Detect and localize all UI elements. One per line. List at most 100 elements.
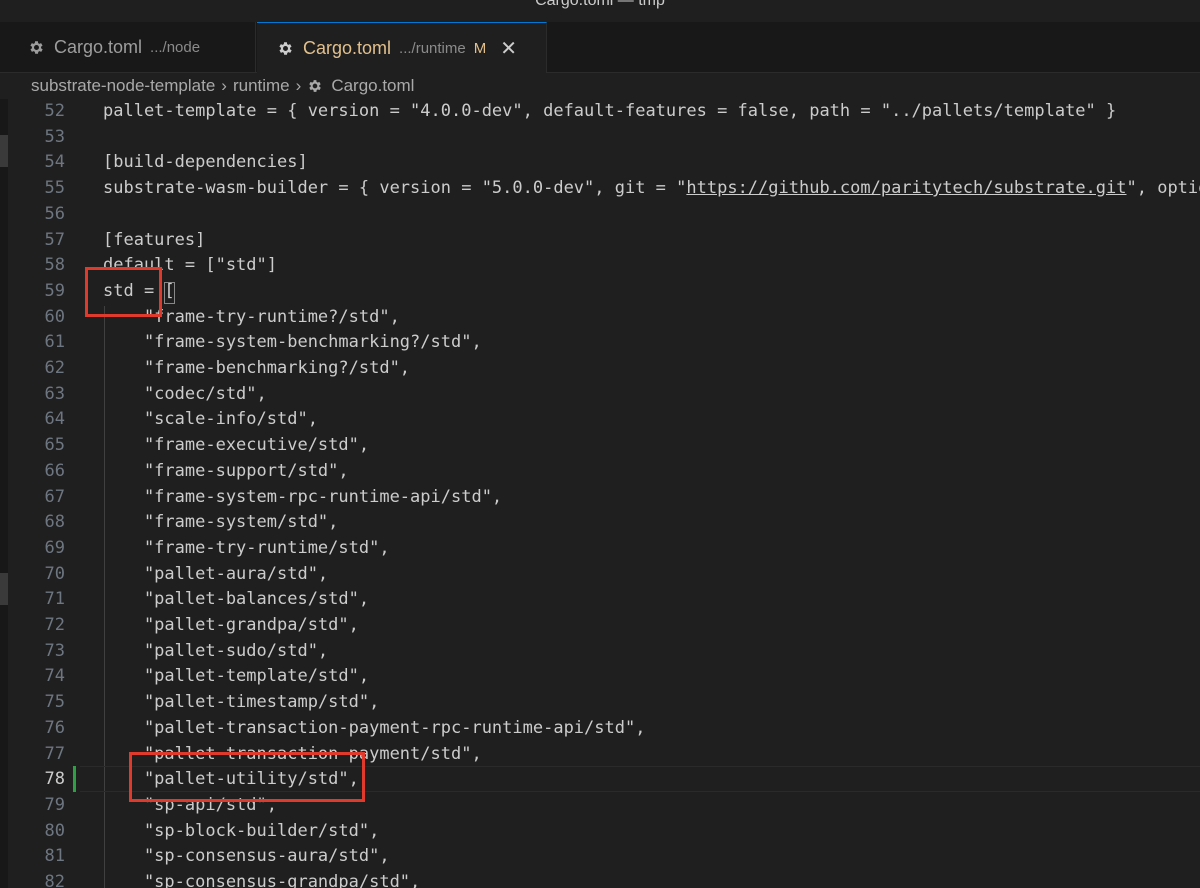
line-text: substrate-wasm-builder = { version = "5.…: [103, 175, 1200, 201]
code-line[interactable]: 58 default = ["std"]: [0, 252, 1200, 278]
line-number: 52: [44, 101, 65, 121]
code-line[interactable]: 61 "frame-system-benchmarking?/std",: [0, 329, 1200, 355]
modified-badge: M: [473, 39, 487, 57]
line-number: 80: [44, 821, 65, 841]
line-text: [build-dependencies]: [103, 152, 308, 172]
code-line[interactable]: 67 "frame-system-rpc-runtime-api/std",: [0, 484, 1200, 510]
code-line[interactable]: 53: [0, 124, 1200, 150]
line-text: [features]: [103, 230, 206, 250]
code-line[interactable]: 80 "sp-block-builder/std",: [0, 818, 1200, 844]
code-line[interactable]: 59 std = [: [0, 278, 1200, 304]
code-line[interactable]: 55 substrate-wasm-builder = { version = "…: [0, 175, 1200, 201]
code-line[interactable]: 82 "sp-consensus-grandpa/std",: [0, 869, 1200, 888]
line-text: "frame-try-runtime/std",: [103, 538, 390, 558]
line-number: 75: [44, 692, 65, 712]
chevron-right-icon: ›: [221, 76, 227, 95]
code-line[interactable]: 72 "pallet-grandpa/std",: [0, 612, 1200, 638]
line-number: 68: [44, 512, 65, 532]
line-number: 61: [44, 332, 65, 352]
annotation-box-std: [85, 267, 162, 317]
close-icon[interactable]: ✕: [500, 36, 517, 61]
line-number: 58: [44, 255, 65, 275]
line-text-before: substrate-wasm-builder = { version = "5.…: [103, 178, 687, 198]
line-text: "pallet-transaction-payment-rpc-runtime-…: [103, 718, 646, 738]
line-number: 63: [44, 384, 65, 404]
gear-icon: [279, 41, 292, 55]
code-line[interactable]: 64 "scale-info/std",: [0, 406, 1200, 432]
line-number: 53: [44, 127, 65, 147]
title-bar: Cargo.toml — tmp: [0, 0, 1200, 22]
code-line[interactable]: 63 "codec/std",: [0, 381, 1200, 407]
tab-label: Cargo.toml: [54, 36, 143, 57]
code-line[interactable]: 52 pallet-template = { version = "4.0.0-d…: [0, 99, 1200, 124]
line-number: 67: [44, 487, 65, 507]
line-text: "scale-info/std",: [103, 409, 318, 429]
line-number: 60: [44, 307, 65, 327]
line-number: 65: [44, 435, 65, 455]
line-number: 74: [44, 666, 65, 686]
chevron-right-icon: ›: [295, 76, 302, 95]
editor-window: Cargo.toml — tmp Cargo.toml .../node Car…: [0, 0, 1200, 888]
tab-bar: Cargo.toml .../node Cargo.toml .../runti…: [0, 22, 1200, 73]
line-number: 55: [44, 178, 65, 198]
line-number: 77: [44, 744, 65, 764]
code-line[interactable]: 73 "pallet-sudo/std",: [0, 638, 1200, 664]
code-line[interactable]: 70 "pallet-aura/std",: [0, 561, 1200, 587]
bracket-match-highlight: [164, 282, 175, 304]
code-line[interactable]: 60 "frame-try-runtime?/std",: [0, 304, 1200, 330]
code-line[interactable]: 71 "pallet-balances/std",: [0, 586, 1200, 612]
code-line[interactable]: 66 "frame-support/std",: [0, 458, 1200, 484]
line-text: "pallet-aura/std",: [103, 564, 329, 584]
line-number: 81: [44, 846, 65, 866]
breadcrumb-item-file[interactable]: Cargo.toml: [331, 76, 414, 96]
line-number: 56: [44, 204, 65, 224]
line-number: 64: [44, 409, 65, 429]
line-text: "sp-consensus-aura/std",: [103, 846, 390, 866]
code-line[interactable]: 65 "frame-executive/std",: [0, 432, 1200, 458]
code-line[interactable]: 76 "pallet-transaction-payment-rpc-runti…: [0, 715, 1200, 741]
line-text: pallet-template = { version = "4.0.0-dev…: [103, 101, 1117, 121]
line-number: 73: [44, 641, 65, 661]
line-number: 71: [44, 589, 65, 609]
line-text-after: ", optional = true }: [1126, 178, 1200, 198]
line-text: "codec/std",: [103, 384, 267, 404]
line-number: 78: [44, 769, 65, 789]
line-text: "frame-benchmarking?/std",: [103, 358, 411, 378]
code-editor[interactable]: 52 pallet-template = { version = "4.0.0-d…: [0, 99, 1200, 888]
line-text: "frame-system-rpc-runtime-api/std",: [103, 487, 503, 507]
line-text: "sp-consensus-grandpa/std",: [103, 872, 421, 888]
line-text: "pallet-timestamp/std",: [103, 692, 380, 712]
breadcrumb: substrate-node-template › runtime › Carg…: [0, 73, 1200, 99]
code-line[interactable]: 75 "pallet-timestamp/std",: [0, 689, 1200, 715]
line-number: 54: [44, 152, 65, 172]
line-text: "pallet-grandpa/std",: [103, 615, 359, 635]
code-line[interactable]: 68 "frame-system/std",: [0, 509, 1200, 535]
line-number: 79: [44, 795, 65, 815]
line-text: "pallet-template/std",: [103, 666, 370, 686]
code-line[interactable]: 56: [0, 201, 1200, 227]
tab-cargo-toml-runtime[interactable]: Cargo.toml .../runtime M ✕: [257, 22, 547, 73]
gear-icon: [309, 80, 322, 92]
line-number: 62: [44, 358, 65, 378]
breadcrumb-item-folder[interactable]: runtime: [233, 76, 290, 96]
code-line[interactable]: 74 "pallet-template/std",: [0, 663, 1200, 689]
line-text: "frame-executive/std",: [103, 435, 370, 455]
tab-path: .../node: [150, 38, 201, 56]
code-line[interactable]: 57 [features]: [0, 227, 1200, 253]
line-text: "sp-block-builder/std",: [103, 821, 380, 841]
line-number: 57: [44, 230, 65, 250]
line-text: "pallet-sudo/std",: [103, 641, 329, 661]
tab-cargo-toml-node[interactable]: Cargo.toml .../node: [10, 22, 256, 72]
line-number: 72: [44, 615, 65, 635]
line-number: 59: [44, 281, 65, 301]
tab-path: .../runtime: [399, 39, 466, 57]
code-line[interactable]: 62 "frame-benchmarking?/std",: [0, 355, 1200, 381]
gear-icon: [30, 40, 43, 54]
code-line[interactable]: 69 "frame-try-runtime/std",: [0, 535, 1200, 561]
breadcrumb-item-project[interactable]: substrate-node-template: [31, 76, 215, 96]
code-line[interactable]: 54 [build-dependencies]: [0, 149, 1200, 175]
line-text: "frame-support/std",: [103, 461, 349, 481]
line-number: 66: [44, 461, 65, 481]
code-line[interactable]: 81 "sp-consensus-aura/std",: [0, 843, 1200, 869]
url-link[interactable]: https://github.com/paritytech/substrate.…: [686, 178, 1126, 198]
